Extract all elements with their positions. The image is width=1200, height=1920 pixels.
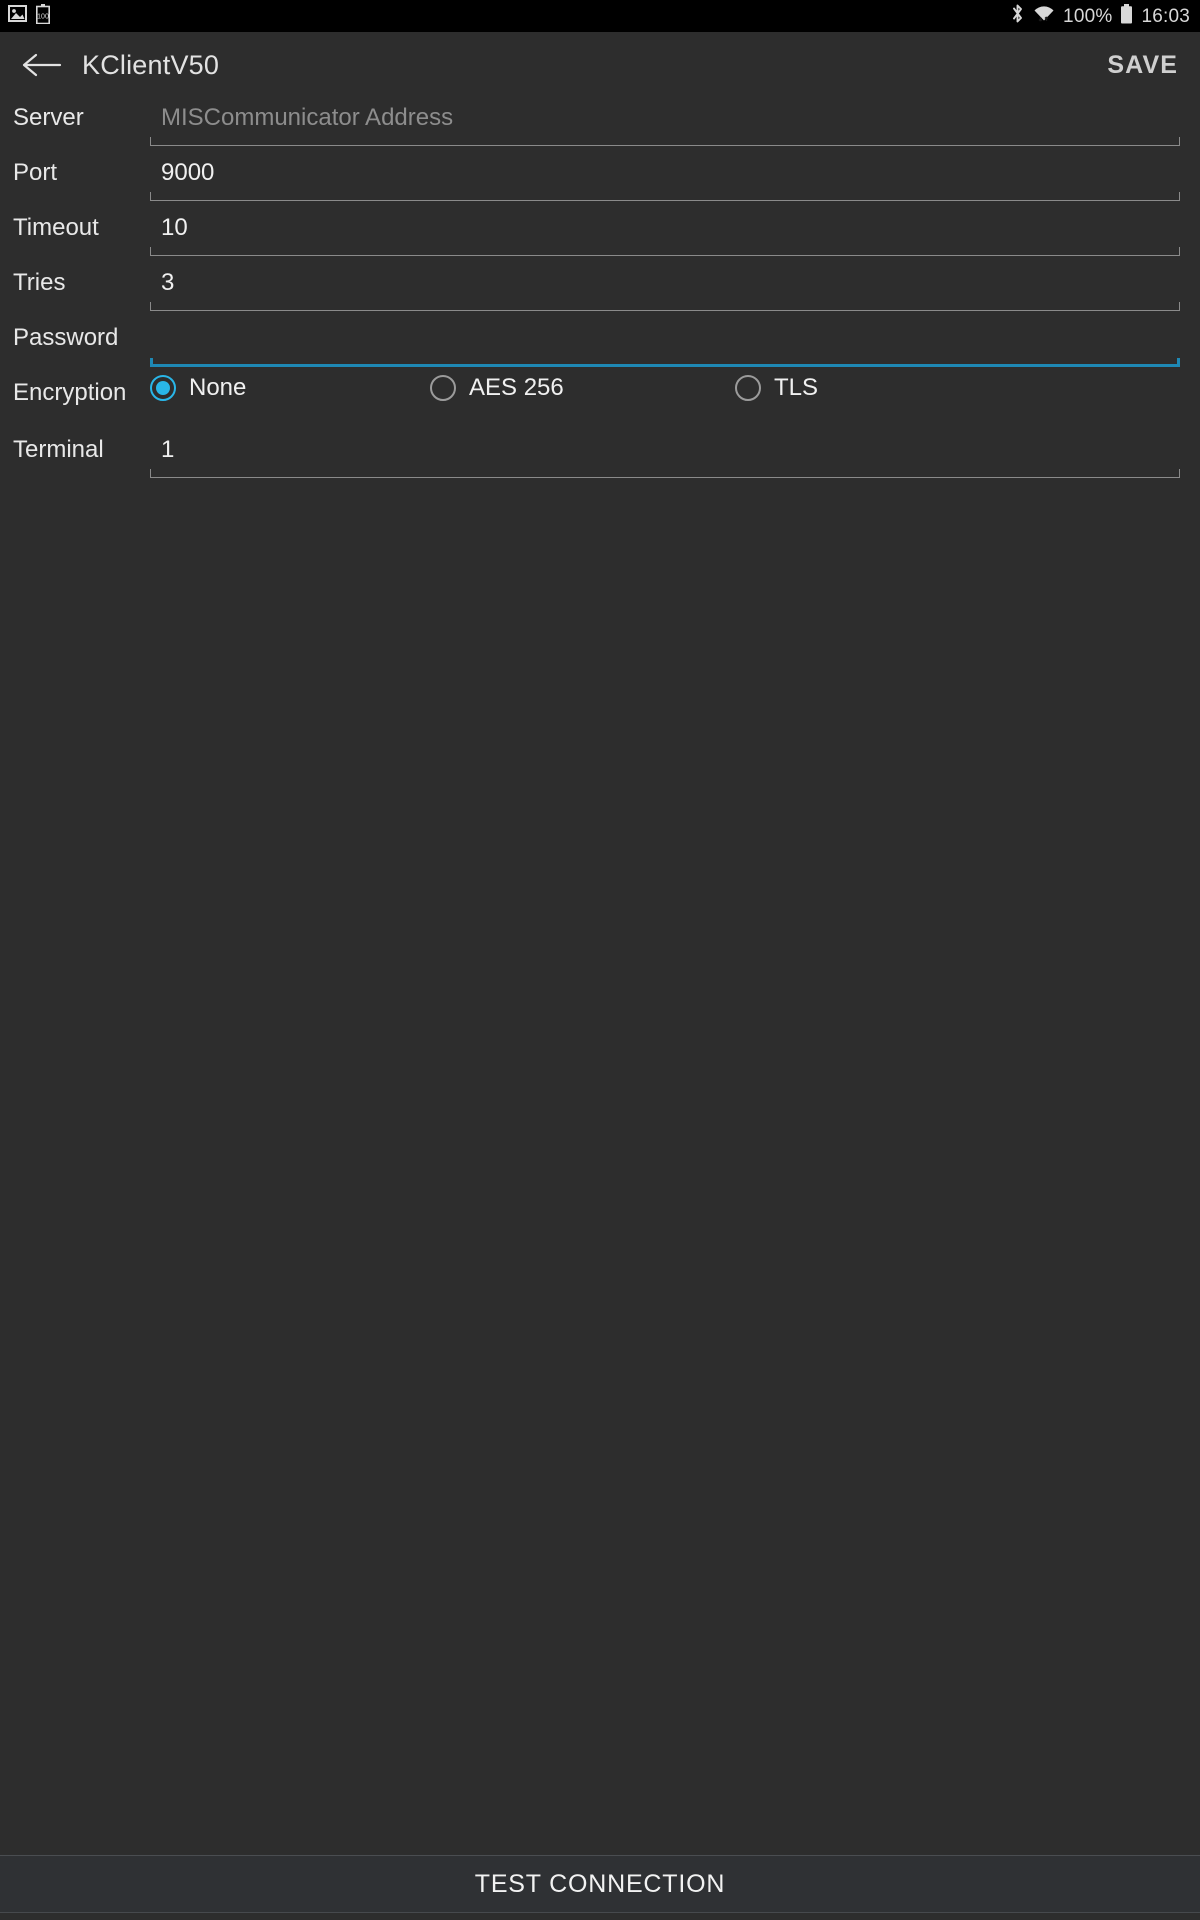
radio-label-tls: TLS	[774, 374, 819, 401]
back-arrow-icon[interactable]	[16, 39, 68, 91]
tries-input-value[interactable]: 3	[150, 263, 1180, 295]
svg-text:100: 100	[37, 13, 49, 20]
radio-label-aes256: AES 256	[469, 374, 564, 401]
status-bar-system-icons: 100% 16:03	[1010, 3, 1190, 29]
radio-button-aes256-icon[interactable]	[430, 375, 456, 401]
battery-icon	[1120, 3, 1133, 29]
screenshot-image-icon	[8, 4, 27, 28]
form-row-tries: Tries 3	[0, 263, 1200, 318]
port-field[interactable]: 9000	[150, 153, 1180, 208]
password-underline-focused	[150, 358, 1180, 367]
save-button[interactable]: SAVE	[1107, 51, 1178, 80]
form-row-port: Port 9000	[0, 153, 1200, 208]
tries-underline	[150, 302, 1180, 311]
radio-label-none: None	[189, 374, 247, 401]
form-row-timeout: Timeout 10	[0, 208, 1200, 263]
timeout-underline	[150, 247, 1180, 256]
form-row-server: Server MISCommunicator Address	[0, 98, 1200, 153]
server-input-placeholder[interactable]: MISCommunicator Address	[150, 98, 1180, 130]
test-connection-label: TEST CONNECTION	[474, 1869, 726, 1898]
field-label-port: Port	[13, 159, 58, 186]
clock-label: 16:03	[1141, 5, 1190, 27]
battery-percent-label: 100%	[1063, 5, 1113, 27]
form-row-terminal: Terminal 1	[0, 430, 1200, 485]
status-bar-notification-icons: 100	[8, 3, 50, 29]
radio-option-tls[interactable]: TLS	[735, 375, 818, 401]
field-label-tries: Tries	[13, 269, 66, 296]
password-field[interactable]	[150, 318, 1180, 373]
terminal-underline	[150, 469, 1180, 478]
tries-field[interactable]: 3	[150, 263, 1180, 318]
password-input-value[interactable]	[150, 318, 1180, 326]
field-label-server: Server	[13, 104, 84, 131]
radio-button-none-icon[interactable]	[150, 375, 176, 401]
field-label-encryption: Encryption	[13, 379, 127, 406]
terminal-input-value[interactable]: 1	[150, 430, 1180, 462]
timeout-field[interactable]: 10	[150, 208, 1180, 263]
test-connection-button[interactable]: TEST CONNECTION	[0, 1855, 1200, 1913]
server-field[interactable]: MISCommunicator Address	[150, 98, 1180, 153]
app-bar: KClientV50 SAVE	[0, 32, 1200, 98]
port-input-value[interactable]: 9000	[150, 153, 1180, 185]
status-bar: 100 100% 16:03	[0, 0, 1200, 32]
radio-dot-none	[156, 381, 170, 395]
terminal-field[interactable]: 1	[150, 430, 1180, 485]
page-title: KClientV50	[82, 49, 220, 80]
battery-saver-100-icon: 100	[36, 3, 50, 29]
form-row-encryption: Encryption None AES 256 TLS	[0, 373, 1200, 430]
field-label-terminal: Terminal	[13, 436, 104, 463]
form-row-password: Password	[0, 318, 1200, 373]
server-underline	[150, 137, 1180, 146]
encryption-radio-group: None AES 256 TLS	[150, 373, 1200, 401]
port-underline	[150, 192, 1180, 201]
timeout-input-value[interactable]: 10	[150, 208, 1180, 240]
radio-option-none[interactable]: None	[150, 375, 430, 401]
app-screen: 100 100% 16:03 KClientV50 SAVE Server MI…	[0, 0, 1200, 1920]
field-label-password: Password	[13, 324, 119, 351]
settings-form: Server MISCommunicator Address Port 9000…	[0, 98, 1200, 485]
wifi-icon	[1033, 4, 1055, 29]
radio-button-tls-icon[interactable]	[735, 375, 761, 401]
radio-option-aes256[interactable]: AES 256	[430, 375, 735, 401]
field-label-timeout: Timeout	[13, 214, 99, 241]
bluetooth-icon	[1010, 3, 1025, 29]
